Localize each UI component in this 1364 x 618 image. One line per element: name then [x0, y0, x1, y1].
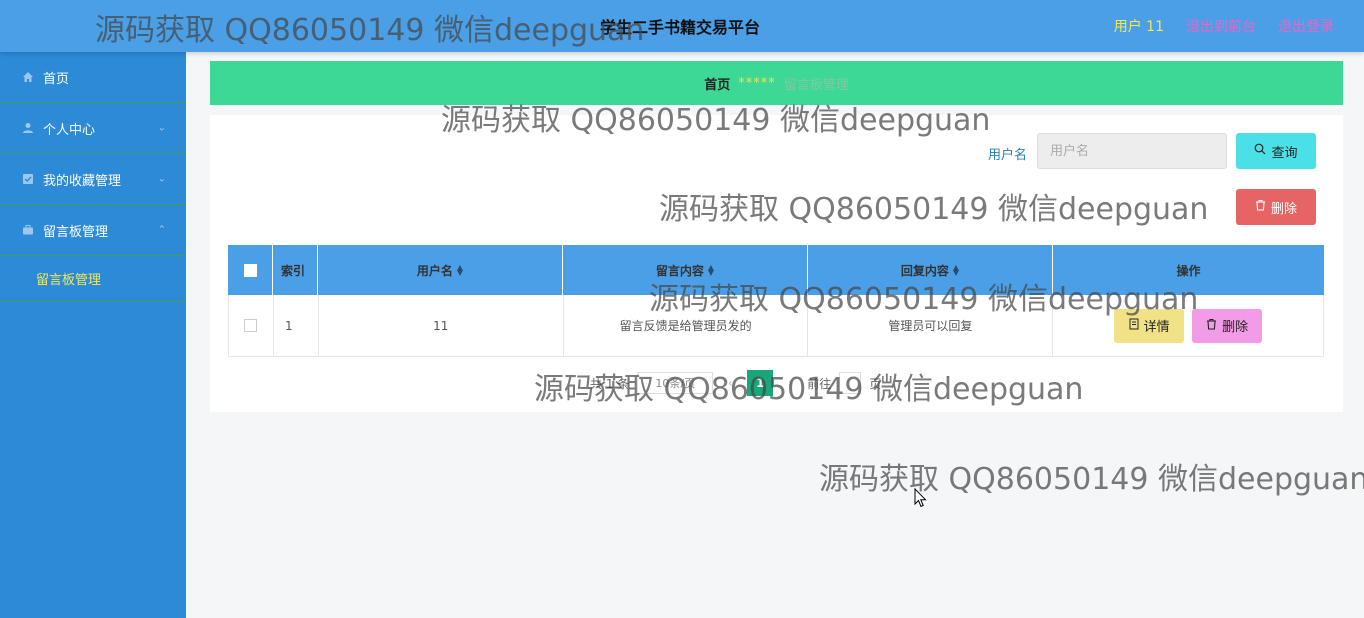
detail-button[interactable]: 详情: [1114, 308, 1185, 343]
select-all-checkbox[interactable]: [243, 263, 257, 277]
current-user: 用户 11: [1113, 19, 1164, 35]
column-header-index: 索引: [273, 245, 318, 295]
sort-icon[interactable]: ▲ ▼: [708, 264, 714, 277]
star-icon: [20, 173, 36, 185]
query-button[interactable]: 查询: [1236, 133, 1316, 169]
row-delete-button[interactable]: 删除: [1192, 308, 1263, 343]
sidebar-item-label: 首页: [43, 71, 70, 87]
column-header-label: 用户名: [416, 263, 453, 278]
cell-actions: 详情 删除: [1053, 295, 1325, 356]
username-search-input[interactable]: [1037, 133, 1227, 169]
home-icon: [20, 71, 36, 83]
sidebar-item-label: 留言板管理: [43, 224, 109, 240]
cell-index: 1: [274, 295, 319, 356]
briefcase-icon: [20, 224, 36, 236]
chevron-down-icon: ⌄: [157, 173, 166, 185]
query-button-label: 查询: [1271, 145, 1298, 161]
back-to-front-link[interactable]: 退出到前台: [1186, 16, 1256, 36]
goto-page-input[interactable]: [839, 372, 862, 394]
page-number-current[interactable]: 1: [747, 370, 774, 396]
table-row: 1 11 留言反馈是给管理员发的 管理员可以回复 详情 删除: [228, 295, 1325, 357]
row-checkbox[interactable]: [244, 319, 258, 332]
header-actions: 用户 11 退出到前台 退出登录: [1114, 16, 1334, 36]
app-title: 学生二手书籍交易平台: [599, 18, 760, 37]
delete-button-label: 删除: [1222, 320, 1249, 335]
sidebar-item-message-board[interactable]: 留言板管理 ⌃: [0, 205, 186, 256]
search-icon: [1254, 143, 1266, 159]
watermark: 源码获取 QQ86050149 微信deepguan: [819, 462, 1364, 497]
cell-message: 留言反馈是给管理员发的: [564, 295, 809, 356]
page-size-select[interactable]: 10条/页: [637, 372, 714, 394]
sort-icon[interactable]: ▲ ▼: [953, 264, 959, 277]
goto-suffix: 页: [869, 376, 882, 391]
detail-button-label: 详情: [1143, 320, 1170, 335]
top-header: 学生二手书籍交易平台 用户 11 退出到前台 退出登录: [0, 0, 1364, 52]
pagination: 共 1 条 10条/页 ‹ 1 › 前往 页: [590, 370, 881, 396]
prev-page-icon[interactable]: ‹: [721, 376, 739, 390]
row-select-cell: [229, 295, 274, 356]
column-header-reply[interactable]: 回复内容 ▲ ▼: [808, 245, 1053, 295]
select-all-cell: [228, 245, 273, 295]
breadcrumb-home[interactable]: 首页: [704, 74, 730, 93]
chevron-down-icon: ⌄: [157, 122, 166, 134]
trash-icon: [1255, 199, 1266, 215]
search-label: 用户名: [988, 148, 1028, 163]
main-panel: 用户名 查询 删除 索引 用户名 ▲▼ 留言内容 ▲▼ 回复: [210, 115, 1343, 412]
sidebar: 首页 个人中心 ⌄ 我的收藏管理 ⌄ 留言板管理 ⌃ 留言板管理: [0, 52, 186, 618]
logout-link[interactable]: 退出登录: [1278, 16, 1334, 36]
next-page-icon[interactable]: ›: [781, 376, 799, 390]
trash-icon: [1206, 318, 1217, 334]
column-header-label: 回复内容: [900, 263, 949, 278]
goto-prefix: 前往: [807, 376, 832, 391]
breadcrumb-current: 留言板管理: [783, 77, 849, 93]
column-header-username[interactable]: 用户名 ▲ ▼: [318, 245, 563, 295]
sidebar-item-home[interactable]: 首页: [0, 52, 186, 103]
sidebar-item-personal-center[interactable]: 个人中心 ⌄: [0, 103, 186, 154]
column-header-actions: 操作: [1176, 263, 1201, 278]
pagination-total: 共 1 条: [590, 376, 630, 391]
cell-reply: 管理员可以回复: [808, 295, 1054, 356]
breadcrumb-separator: *****: [738, 75, 776, 91]
delete-button-label: 删除: [1270, 201, 1297, 217]
document-icon: [1129, 318, 1139, 334]
column-header-label: 留言内容: [655, 263, 704, 278]
mouse-cursor-icon: [914, 487, 928, 512]
batch-delete-button[interactable]: 删除: [1236, 189, 1316, 225]
table-header: 索引 用户名 ▲ ▼ 留言内容 ▲ ▼ 回复内容 ▲ ▼ 操作: [228, 245, 1324, 295]
message-table: 索引 用户名 ▲ ▼ 留言内容 ▲ ▼ 回复内容 ▲ ▼ 操作 1 11 留言反馈是给…: [228, 245, 1325, 357]
sidebar-subitem-message-board[interactable]: 留言板管理: [0, 256, 186, 302]
user-icon: [20, 122, 36, 134]
sidebar-item-label: 个人中心: [43, 122, 96, 138]
sidebar-item-label: 我的收藏管理: [43, 173, 122, 189]
chevron-up-icon: ⌃: [157, 224, 166, 236]
column-header-message[interactable]: 留言内容 ▲ ▼: [563, 245, 808, 295]
sort-icon[interactable]: ▲ ▼: [457, 264, 463, 277]
sidebar-item-favorites[interactable]: 我的收藏管理 ⌄: [0, 154, 186, 205]
cell-username: 11: [319, 295, 564, 356]
breadcrumb: 首页 ***** 留言板管理: [210, 61, 1343, 105]
